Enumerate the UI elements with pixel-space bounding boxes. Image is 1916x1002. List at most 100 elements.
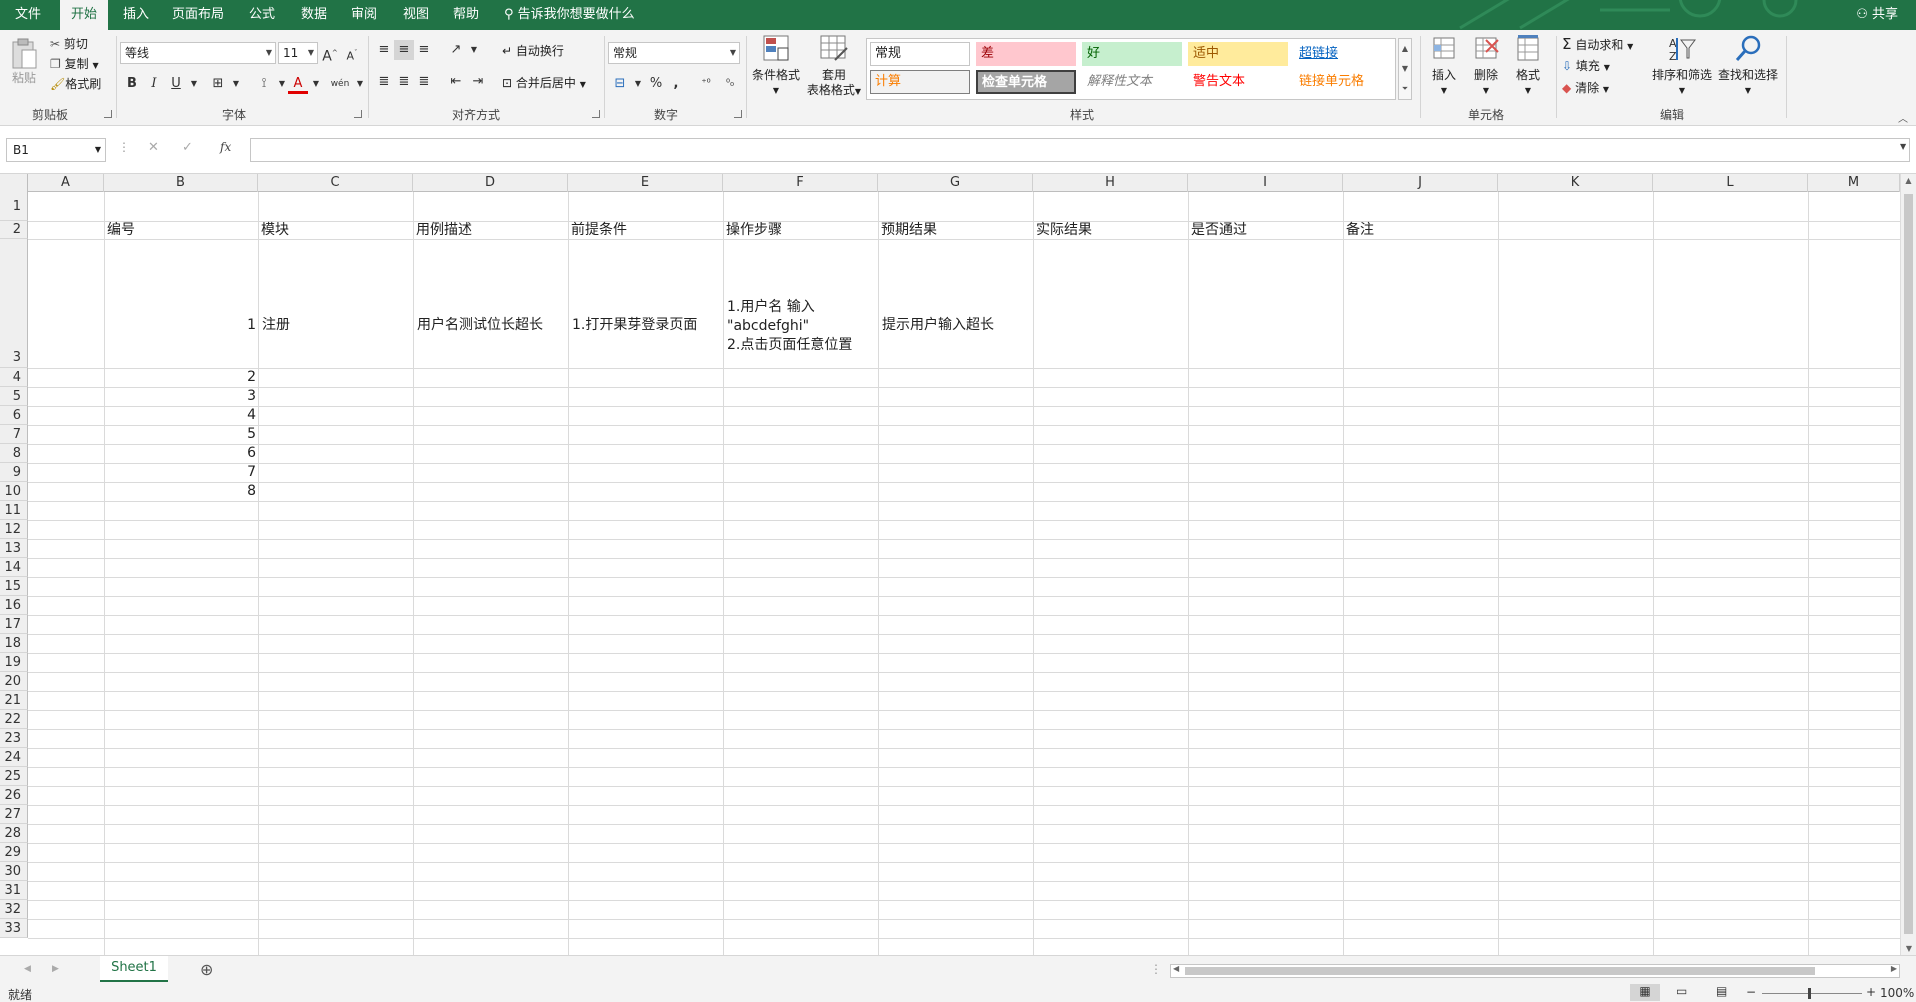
style-warning[interactable]: 警告文本 [1188,70,1288,94]
insert-cells-button[interactable]: 插入 ▼ [1424,34,1464,98]
align-right-icon[interactable]: ≣ [414,72,434,92]
row-header-15[interactable]: 15 [0,577,28,596]
cell-steps[interactable]: 1.用户名 输入 "abcdefghi" 2.点击页面任意位置 [727,298,852,355]
row-header-8[interactable]: 8 [0,444,28,463]
gallery-scroll[interactable]: ▲ ▼ ⏷ [1398,38,1412,100]
row-header-18[interactable]: 18 [0,634,28,653]
chevron-down-icon[interactable]: ▼ [1900,142,1906,151]
dialog-launcher-icon[interactable] [354,110,362,118]
chevron-down-icon[interactable]: ▼ [464,40,484,60]
align-top-icon[interactable]: ≡ [374,40,394,60]
orientation-icon[interactable]: ↗ [446,40,466,60]
column-header-l[interactable]: L [1653,174,1808,192]
cell-id[interactable]: 1 [104,316,256,334]
style-explanatory[interactable]: 解释性文本 [1082,70,1182,94]
row-header-22[interactable]: 22 [0,710,28,729]
style-bad[interactable]: 差 [976,42,1076,66]
column-header-d[interactable]: D [413,174,568,192]
column-header-f[interactable]: F [723,174,878,192]
page-break-view-icon[interactable]: ▤ [1716,984,1727,998]
column-header-m[interactable]: M [1808,174,1900,192]
row-header-1[interactable]: 1 [0,192,28,221]
header-cell-description[interactable]: 用例描述 [416,221,472,239]
decrease-decimal-icon[interactable]: ⁰₀ [720,74,740,94]
tab-help[interactable]: 帮助 [442,0,490,30]
italic-button[interactable]: I [144,74,164,94]
cell-id[interactable]: 7 [104,463,256,481]
vertical-scrollbar[interactable]: ▲ ▼ [1900,174,1916,955]
row-header-29[interactable]: 29 [0,843,28,862]
cell-id[interactable]: 4 [104,406,256,424]
fill-color-icon[interactable]: ⟟ [254,74,274,94]
column-header-k[interactable]: K [1498,174,1653,192]
row-header-20[interactable]: 20 [0,672,28,691]
header-cell-notes[interactable]: 备注 [1346,221,1374,239]
cell-id[interactable]: 3 [104,387,256,405]
insert-function-button[interactable]: fx [220,140,231,154]
bold-button[interactable]: B [122,74,142,94]
column-header-e[interactable]: E [568,174,723,192]
row-header-26[interactable]: 26 [0,786,28,805]
delete-cells-button[interactable]: 删除 ▼ [1466,34,1506,98]
cell-id[interactable]: 6 [104,444,256,462]
row-header-5[interactable]: 5 [0,387,28,406]
clear-button[interactable]: ◆ 清除 ▼ [1562,80,1609,98]
number-format-select[interactable]: 常规 ▼ [608,42,740,64]
style-normal[interactable]: 常规 [870,42,970,66]
increase-indent-icon[interactable]: ⇥ [468,72,488,92]
zoom-slider[interactable] [1762,993,1862,994]
style-calculation[interactable]: 计算 [870,70,970,94]
row-header-24[interactable]: 24 [0,748,28,767]
page-layout-view-icon[interactable]: ▭ [1676,984,1687,998]
row-header-2[interactable]: 2 [0,221,28,239]
merge-center-button[interactable]: ⊡ 合并后居中 ▼ [502,75,586,93]
cell-description[interactable]: 用户名测试位长超长 [417,316,543,334]
column-header-i[interactable]: I [1188,174,1343,192]
collapse-ribbon-icon[interactable]: ︿ [1898,110,1908,125]
scroll-thumb[interactable] [1904,194,1913,934]
zoom-level[interactable]: 100% [1880,986,1914,1000]
comma-button[interactable]: , [666,74,686,94]
scroll-thumb[interactable] [1185,967,1815,975]
header-cell-expected[interactable]: 预期结果 [881,221,937,239]
row-header-14[interactable]: 14 [0,558,28,577]
row-header-10[interactable]: 10 [0,482,28,501]
row-header-7[interactable]: 7 [0,425,28,444]
scroll-left-icon[interactable]: ◀ [1173,964,1179,973]
scroll-down-icon[interactable]: ▼ [1901,944,1916,953]
font-name-select[interactable]: 等线 ▼ [120,42,276,64]
column-header-j[interactable]: J [1343,174,1498,192]
style-good[interactable]: 好 [1082,42,1182,66]
style-check-cell[interactable]: 检查单元格 [976,70,1076,94]
row-header-25[interactable]: 25 [0,767,28,786]
chevron-down-icon[interactable]: ▼ [628,74,648,94]
currency-icon[interactable]: ⊟ [610,74,630,94]
align-middle-icon[interactable]: ≡ [394,40,414,60]
row-header-16[interactable]: 16 [0,596,28,615]
row-header-11[interactable]: 11 [0,501,28,520]
align-bottom-icon[interactable]: ≡ [414,40,434,60]
borders-icon[interactable]: ⊞ [208,74,228,94]
cut-button[interactable]: ✂ 剪切 [50,36,88,52]
paste-icon[interactable] [10,38,38,70]
autosum-button[interactable]: Σ 自动求和 ▼ [1562,36,1633,55]
row-header-27[interactable]: 27 [0,805,28,824]
copy-button[interactable]: ❐ 复制 ▼ [50,56,99,74]
percent-button[interactable]: % [646,74,666,94]
chevron-down-icon[interactable]: ▼ [226,74,246,94]
style-hyperlink[interactable]: 超链接 [1294,42,1394,66]
cell-id[interactable]: 2 [104,368,256,386]
row-header-33[interactable]: 33 [0,919,28,938]
row-header-6[interactable]: 6 [0,406,28,425]
next-sheet-icon[interactable]: ▶ [52,964,59,974]
cell-id[interactable]: 8 [104,482,256,500]
tab-review[interactable]: 审阅 [340,0,388,30]
cell-id[interactable]: 5 [104,425,256,443]
conditional-format-button[interactable]: 条件格式 ▼ [750,34,802,98]
name-box[interactable]: B1 ▼ [6,138,106,162]
font-size-select[interactable]: 11 ▼ [278,42,318,64]
zoom-slider-thumb[interactable] [1808,988,1811,999]
style-neutral[interactable]: 适中 [1188,42,1288,66]
sheet-tab-sheet1[interactable]: Sheet1 [100,956,168,982]
row-header-9[interactable]: 9 [0,463,28,482]
